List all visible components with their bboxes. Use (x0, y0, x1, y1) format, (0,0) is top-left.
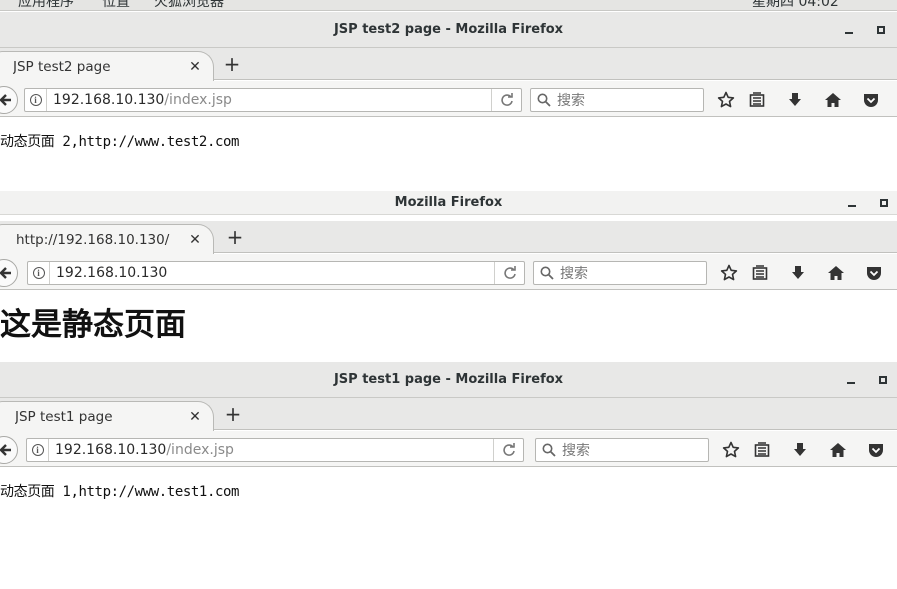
pocket-icon[interactable] (860, 89, 882, 111)
star-icon[interactable] (718, 262, 740, 284)
tab-strip: JSP test1 page ✕ + (0, 398, 897, 431)
nav-bar: i 192.168.10.130 搜索 (0, 254, 897, 290)
page-content-text: 动态页面 1,http://www.test1.com (0, 484, 240, 500)
search-icon (542, 443, 556, 457)
star-icon[interactable] (715, 89, 737, 111)
reload-icon[interactable] (494, 262, 524, 284)
nav-bar: i 192.168.10.130/index.jsp 搜索 (0, 81, 897, 117)
plus-icon[interactable]: + (222, 403, 244, 425)
back-button[interactable] (0, 436, 18, 464)
window-title: Mozilla Firefox (394, 195, 503, 210)
search-icon (537, 93, 551, 107)
url-bar[interactable]: i 192.168.10.130/index.jsp (26, 438, 524, 462)
plus-icon[interactable]: + (224, 226, 246, 248)
nav-bar: i 192.168.10.130/index.jsp 搜索 (0, 431, 897, 467)
window-title: JSP test1 page - Mozilla Firefox (333, 372, 564, 387)
pocket-icon[interactable] (863, 262, 885, 284)
tab-active[interactable]: http://192.168.10.130/ ✕ (0, 224, 214, 254)
applications-menu[interactable]: 应用程序 (18, 0, 74, 10)
page-content-text: 动态页面 2,http://www.test2.com (0, 134, 240, 150)
close-icon[interactable]: ✕ (187, 232, 203, 248)
plus-icon[interactable]: + (221, 53, 243, 75)
info-icon[interactable]: i (27, 439, 49, 461)
firefox-launcher[interactable]: 火狐浏览器 (154, 0, 224, 10)
minimize-button[interactable] (839, 12, 859, 47)
search-field[interactable]: 搜索 (535, 438, 709, 462)
search-placeholder: 搜索 (562, 443, 590, 459)
window-title: JSP test2 page - Mozilla Firefox (333, 22, 564, 37)
tab-label: JSP test1 page (15, 408, 113, 425)
url-text[interactable]: 192.168.10.130/index.jsp (47, 92, 491, 108)
home-icon[interactable] (822, 89, 844, 111)
maximize-button[interactable] (871, 12, 891, 47)
search-icon (540, 266, 554, 280)
reload-icon[interactable] (493, 439, 523, 461)
tab-label: http://192.168.10.130/ (16, 231, 170, 248)
tab-active[interactable]: JSP test1 page ✕ (0, 401, 214, 431)
library-icon[interactable] (751, 439, 773, 461)
back-button[interactable] (0, 259, 18, 287)
places-menu[interactable]: 位置 (102, 0, 130, 10)
window-titlebar[interactable]: JSP test2 page - Mozilla Firefox (0, 12, 897, 48)
close-icon[interactable]: ✕ (187, 59, 203, 75)
library-icon[interactable] (749, 262, 771, 284)
tab-strip: http://192.168.10.130/ ✕ + (0, 221, 897, 254)
back-arrow-icon (0, 444, 11, 456)
library-icon[interactable] (746, 89, 768, 111)
search-placeholder: 搜索 (557, 93, 585, 109)
search-field[interactable]: 搜索 (530, 88, 704, 112)
gnome-top-panel: 应用程序 位置 火狐浏览器 星期四 04:02 (0, 0, 897, 11)
url-bar[interactable]: i 192.168.10.130 (27, 261, 525, 285)
tab-active[interactable]: JSP test2 page ✕ (0, 51, 214, 81)
home-icon[interactable] (827, 439, 849, 461)
download-icon[interactable] (787, 262, 809, 284)
back-arrow-icon (0, 94, 11, 106)
home-icon[interactable] (825, 262, 847, 284)
close-icon[interactable]: ✕ (187, 409, 203, 425)
tab-label: JSP test2 page (13, 58, 111, 75)
download-icon[interactable] (789, 439, 811, 461)
info-icon[interactable]: i (25, 89, 47, 111)
search-field[interactable]: 搜索 (533, 261, 707, 285)
search-placeholder: 搜索 (560, 266, 588, 282)
window-titlebar[interactable]: JSP test1 page - Mozilla Firefox (0, 362, 897, 398)
pocket-icon[interactable] (865, 439, 887, 461)
url-bar[interactable]: i 192.168.10.130/index.jsp (24, 88, 522, 112)
info-icon[interactable]: i (28, 262, 50, 284)
download-icon[interactable] (784, 89, 806, 111)
minimize-button[interactable] (842, 191, 862, 214)
maximize-button[interactable] (873, 362, 893, 397)
url-text[interactable]: 192.168.10.130/index.jsp (49, 442, 493, 458)
clock[interactable]: 星期四 04:02 (752, 0, 839, 10)
tab-strip: JSP test2 page ✕ + (0, 48, 897, 81)
reload-icon[interactable] (491, 89, 521, 111)
star-icon[interactable] (720, 439, 742, 461)
minimize-button[interactable] (841, 362, 861, 397)
back-arrow-icon (0, 267, 11, 279)
maximize-button[interactable] (874, 191, 894, 214)
url-text[interactable]: 192.168.10.130 (50, 265, 494, 281)
page-heading: 这是静态页面 (0, 307, 186, 343)
window-titlebar[interactable]: Mozilla Firefox (0, 191, 897, 215)
back-button[interactable] (0, 86, 18, 114)
